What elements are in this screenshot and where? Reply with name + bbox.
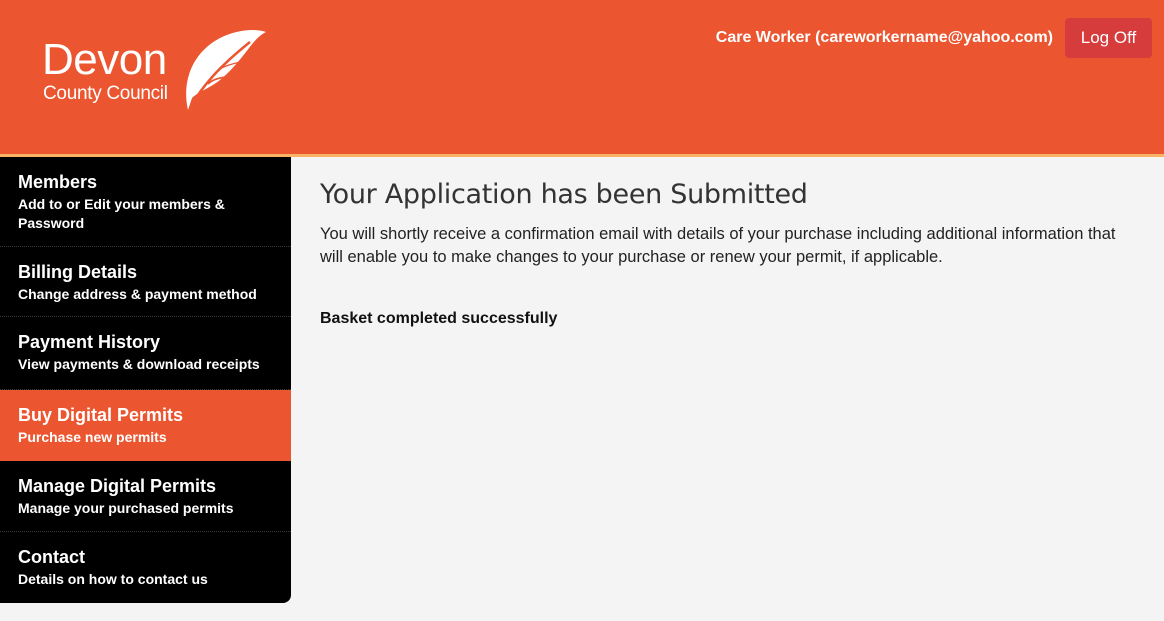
sidebar-item-manage-digital-permits[interactable]: Manage Digital Permits Manage your purch… xyxy=(0,461,291,532)
sidebar-nav: Members Add to or Edit your members & Pa… xyxy=(0,157,291,603)
sidebar-item-members[interactable]: Members Add to or Edit your members & Pa… xyxy=(0,157,291,247)
main-content: Your Application has been Submitted You … xyxy=(320,177,1140,329)
user-account-label: Care Worker (careworkername@yahoo.com) xyxy=(715,29,1053,46)
devon-county-council-logo[interactable]: Devon County Council xyxy=(40,28,280,118)
sidebar-item-subtitle: Add to or Edit your members & Password xyxy=(18,196,225,231)
sidebar-item-subtitle: Change address & payment method xyxy=(18,286,257,302)
sidebar-item-contact[interactable]: Contact Details on how to contact us xyxy=(0,532,291,603)
leaf-icon xyxy=(186,30,266,110)
sidebar-item-payment-history[interactable]: Payment History View payments & download… xyxy=(0,317,291,390)
site-header: Devon County Council Care Worker (carewo… xyxy=(0,0,1164,154)
page-title: Your Application has been Submitted xyxy=(320,179,808,210)
sidebar-item-buy-digital-permits[interactable]: Buy Digital Permits Purchase new permits xyxy=(0,390,291,461)
sidebar-item-subtitle: Manage your purchased permits xyxy=(18,500,234,516)
log-off-button[interactable]: Log Off xyxy=(1065,18,1152,58)
sidebar-item-title: Members xyxy=(18,172,98,192)
sidebar-item-title: Buy Digital Permits xyxy=(18,405,184,425)
logo-subtitle: County Council xyxy=(43,83,168,104)
sidebar-item-title: Payment History xyxy=(18,332,161,352)
sidebar-item-subtitle: View payments & download receipts xyxy=(18,356,260,372)
sidebar-item-title: Manage Digital Permits xyxy=(18,476,217,496)
logo-word: Devon xyxy=(42,35,167,84)
sidebar-item-subtitle: Details on how to contact us xyxy=(18,571,208,587)
basket-status: Basket completed successfully xyxy=(320,310,558,327)
sidebar-item-title: Contact xyxy=(18,547,85,567)
sidebar-item-title: Billing Details xyxy=(18,262,138,282)
sidebar-item-subtitle: Purchase new permits xyxy=(18,429,167,445)
sidebar-item-billing-details[interactable]: Billing Details Change address & payment… xyxy=(0,247,291,317)
confirmation-message: You will shortly receive a confirmation … xyxy=(320,225,1116,266)
